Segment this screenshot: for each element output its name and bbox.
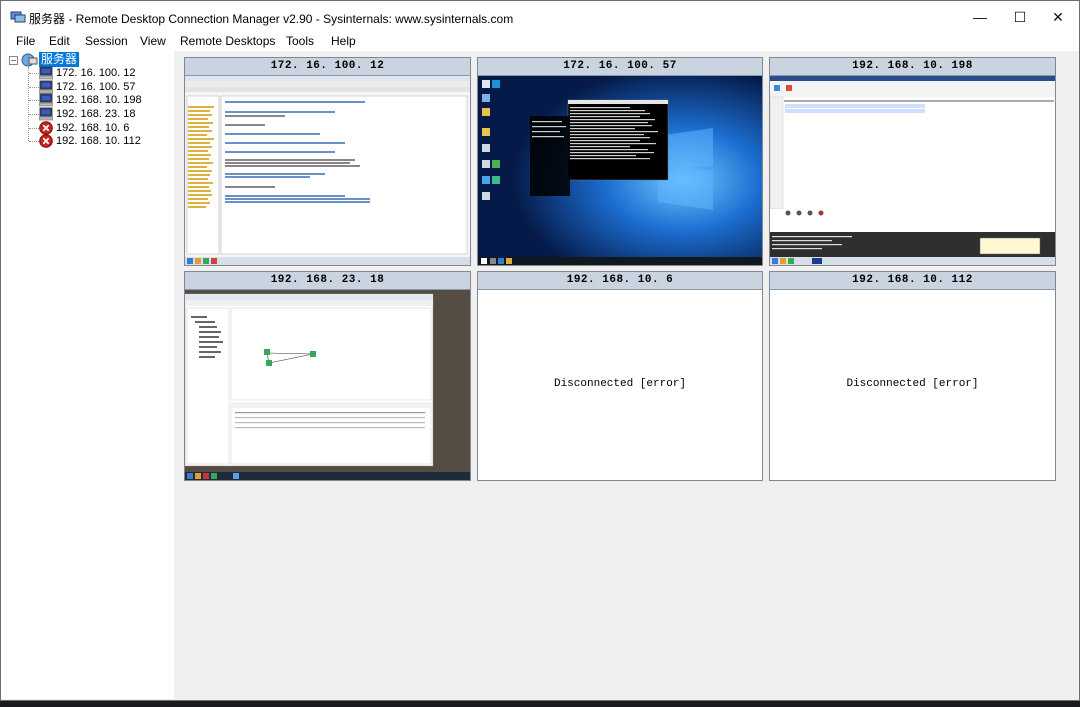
menu-edit[interactable]: Edit	[49, 34, 70, 48]
window-title: 服务器 - Remote Desktop Connection Manager …	[29, 12, 514, 26]
remote-desktop-pane-disconnected[interactable]: 192. 168. 10. 112 Disconnected [error]	[769, 271, 1056, 481]
tree-item-label: 172. 16. 100. 57	[56, 81, 136, 93]
computer-icon	[39, 66, 53, 80]
remote-screen-thumbnail[interactable]	[770, 76, 1055, 265]
disconnected-area[interactable]: Disconnected [error]	[478, 290, 762, 480]
remote-desktop-pane-disconnected[interactable]: 192. 168. 10. 6 Disconnected [error]	[477, 271, 763, 481]
tree-item-label: 172. 16. 100. 12	[56, 67, 136, 79]
remote-desktop-pane[interactable]: 172. 16. 100. 57	[477, 57, 763, 266]
remote-desktop-pane[interactable]: 192. 168. 23. 18	[184, 271, 471, 481]
pane-title: 192. 168. 10. 198	[770, 58, 1055, 76]
remote-screen-thumbnail[interactable]	[185, 76, 470, 265]
close-button[interactable]: ✕	[1035, 1, 1080, 33]
menu-remote-desktops[interactable]: Remote Desktops	[180, 34, 275, 48]
menu-bar: File Edit Session View Remote Desktops T…	[1, 33, 1079, 51]
server-group-icon	[21, 53, 38, 67]
error-icon	[39, 121, 53, 135]
remote-desktop-pane[interactable]: 192. 168. 10. 198	[769, 57, 1056, 266]
menu-view[interactable]: View	[140, 34, 166, 48]
pane-title: 172. 16. 100. 12	[185, 58, 470, 76]
pane-title: 192. 168. 10. 6	[478, 272, 762, 290]
remote-screen-thumbnail[interactable]	[478, 76, 762, 265]
app-window: 服务器 - Remote Desktop Connection Manager …	[0, 0, 1080, 701]
menu-tools[interactable]: Tools	[286, 34, 314, 48]
computer-icon	[39, 93, 53, 107]
menu-session[interactable]: Session	[85, 34, 128, 48]
remote-desktop-pane[interactable]: 172. 16. 100. 12	[184, 57, 471, 266]
tree-root-group[interactable]: 服务器	[39, 52, 80, 67]
server-tree: − 服务器 172. 16. 100. 12 172. 16. 100. 57 …	[1, 51, 174, 699]
error-icon	[39, 134, 53, 148]
collapse-toggle[interactable]: −	[9, 56, 18, 65]
tree-item-label: 192. 168. 10. 6	[56, 122, 130, 134]
pane-title: 192. 168. 10. 112	[770, 272, 1055, 290]
disconnected-area[interactable]: Disconnected [error]	[770, 290, 1055, 480]
pane-title: 172. 16. 100. 57	[478, 58, 762, 76]
title-bar[interactable]: 服务器 - Remote Desktop Connection Manager …	[1, 1, 1079, 33]
menu-file[interactable]: File	[16, 34, 35, 48]
tree-item-label: 192. 168. 10. 198	[56, 94, 142, 106]
computer-icon	[39, 80, 53, 94]
tree-item-label: 192. 168. 10. 112	[56, 135, 141, 147]
computer-icon	[39, 107, 53, 121]
disconnected-message: Disconnected [error]	[846, 378, 979, 390]
tree-connector	[28, 67, 29, 141]
pane-title: 192. 168. 23. 18	[185, 272, 470, 290]
disconnected-message: Disconnected [error]	[553, 378, 687, 390]
menu-help[interactable]: Help	[331, 34, 356, 48]
remote-screen-thumbnail[interactable]	[185, 290, 470, 480]
rdcman-app-icon	[10, 11, 26, 23]
tree-item-label: 192. 168. 23. 18	[56, 108, 136, 120]
